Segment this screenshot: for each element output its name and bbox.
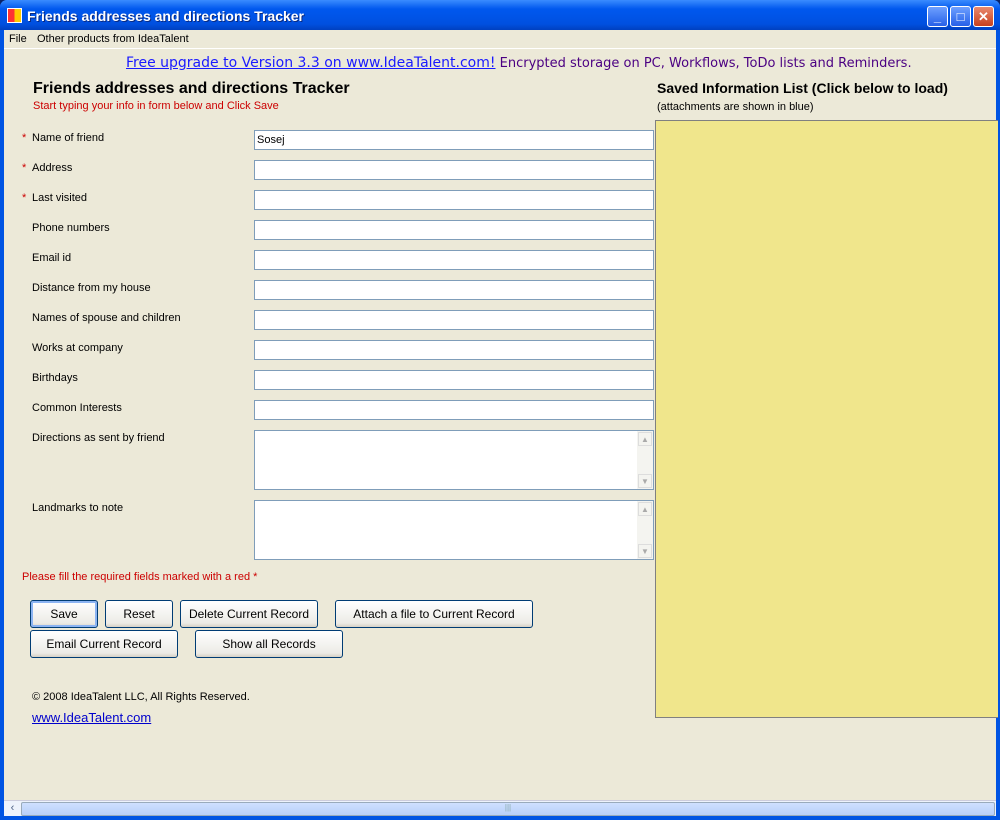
field-input[interactable]	[254, 220, 654, 240]
reset-button[interactable]: Reset	[105, 600, 173, 628]
horizontal-scrollbar[interactable]: ‹ |||	[4, 800, 996, 816]
scroll-down-icon[interactable]: ▼	[638, 474, 652, 488]
saved-list-title: Saved Information List (Click below to l…	[657, 80, 948, 96]
field-input[interactable]	[254, 160, 654, 180]
field-label: Birthdays	[32, 372, 78, 384]
menu-file[interactable]: File	[9, 33, 27, 45]
field-input[interactable]	[254, 340, 654, 360]
upgrade-link[interactable]: Free upgrade to Version 3.3 on www.IdeaT…	[126, 55, 496, 71]
saved-list-subtitle: (attachments are shown in blue)	[657, 101, 814, 113]
field-label: Works at company	[32, 342, 123, 354]
required-warning: Please fill the required fields marked w…	[22, 571, 258, 583]
field-label: Phone numbers	[32, 222, 110, 234]
scrollbar-thumb[interactable]: |||	[21, 802, 995, 816]
client-area: File Other products from IdeaTalent Free…	[4, 30, 998, 816]
delete-record-button[interactable]: Delete Current Record	[180, 600, 318, 628]
save-button[interactable]: Save	[30, 600, 98, 628]
required-marker: *	[22, 162, 27, 174]
promo-text: Encrypted storage on PC, Workflows, ToDo…	[495, 56, 912, 71]
window-title: Friends addresses and directions Tracker	[27, 8, 305, 24]
form-subtitle: Start typing your info in form below and…	[33, 100, 279, 112]
vertical-scrollbar[interactable]: ▲ ▼	[637, 431, 653, 489]
app-icon	[7, 8, 22, 23]
minimize-button[interactable]: _	[927, 6, 948, 27]
field-input[interactable]	[254, 190, 654, 210]
promo-banner: Free upgrade to Version 3.3 on www.IdeaT…	[126, 55, 912, 71]
close-button[interactable]: ✕	[973, 6, 994, 27]
field-input[interactable]	[254, 130, 654, 150]
field-input[interactable]	[254, 400, 654, 420]
required-marker: *	[22, 192, 27, 204]
title-bar: Friends addresses and directions Tracker…	[0, 0, 1000, 30]
field-label: Email id	[32, 252, 72, 264]
field-label: Name of friend	[32, 132, 105, 144]
saved-information-list[interactable]	[655, 120, 998, 718]
field-label: Last visited	[32, 192, 88, 204]
textarea-field[interactable]: ▲ ▼	[254, 500, 654, 560]
show-all-records-button[interactable]: Show all Records	[195, 630, 343, 658]
field-label: Distance from my house	[32, 282, 151, 294]
required-marker: *	[22, 132, 27, 144]
field-input[interactable]	[254, 370, 654, 390]
app-window: Friends addresses and directions Tracker…	[0, 0, 1000, 820]
scroll-up-icon[interactable]: ▲	[638, 432, 652, 446]
scroll-up-icon[interactable]: ▲	[638, 502, 652, 516]
email-record-button[interactable]: Email Current Record	[30, 630, 178, 658]
field-label: Address	[32, 162, 73, 174]
menu-other-products[interactable]: Other products from IdeaTalent	[37, 33, 189, 45]
attach-file-button[interactable]: Attach a file to Current Record	[335, 600, 533, 628]
textarea-field[interactable]: ▲ ▼	[254, 430, 654, 490]
website-link[interactable]: www.IdeaTalent.com	[32, 710, 151, 725]
field-label: Names of spouse and children	[32, 312, 181, 324]
maximize-button[interactable]: □	[950, 6, 971, 27]
field-label: Common Interests	[32, 402, 122, 414]
field-input[interactable]	[254, 250, 654, 270]
vertical-scrollbar[interactable]: ▲ ▼	[637, 501, 653, 559]
scroll-left-icon[interactable]: ‹	[5, 802, 20, 816]
scroll-down-icon[interactable]: ▼	[638, 544, 652, 558]
field-input[interactable]	[254, 280, 654, 300]
form-title: Friends addresses and directions Tracker	[33, 80, 350, 97]
field-input[interactable]	[254, 310, 654, 330]
copyright: © 2008 IdeaTalent LLC, All Rights Reserv…	[32, 691, 250, 703]
textarea-label: Directions as sent by friend	[32, 432, 165, 444]
textarea-label: Landmarks to note	[32, 502, 124, 514]
menu-bar: File Other products from IdeaTalent	[4, 30, 996, 49]
